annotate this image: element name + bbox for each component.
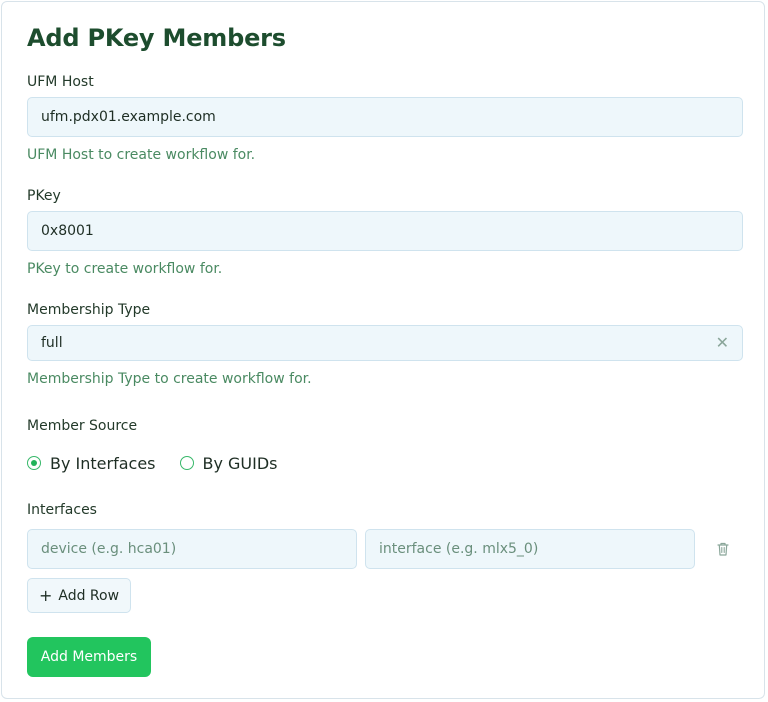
radio-unchecked-icon[interactable]	[179, 456, 194, 470]
add-row-label: Add Row	[58, 587, 120, 604]
add-row-button[interactable]: + Add Row	[27, 578, 131, 613]
pkey-input[interactable]: 0x8001	[27, 211, 743, 251]
pkey-help: PKey to create workflow for.	[27, 261, 223, 277]
radio-by-guids[interactable]: By GUIDs	[179, 453, 278, 473]
radio-checked-icon[interactable]	[27, 456, 41, 470]
page-title: Add PKey Members	[27, 24, 286, 52]
interfaces-label: Interfaces	[27, 502, 97, 518]
add-members-button[interactable]: Add Members	[27, 637, 151, 677]
member-source-radio-group: By Interfaces By GUIDs	[27, 452, 302, 474]
pkey-label: PKey	[27, 188, 61, 204]
radio-label: By Interfaces	[50, 453, 156, 473]
membership-type-select[interactable]: full ✕	[27, 325, 743, 361]
ufm-host-value: ufm.pdx01.example.com	[41, 109, 216, 125]
interface-input[interactable]	[365, 529, 695, 569]
member-source-label: Member Source	[27, 418, 138, 434]
membership-type-help: Membership Type to create workflow for.	[27, 371, 312, 387]
pkey-value: 0x8001	[41, 223, 94, 239]
device-input[interactable]	[27, 529, 357, 569]
ufm-host-label: UFM Host	[27, 74, 94, 90]
add-members-card: Add PKey Members UFM Host ufm.pdx01.exam…	[1, 1, 765, 699]
radio-label: By GUIDs	[202, 453, 278, 473]
membership-type-value: full	[41, 335, 63, 351]
clear-icon[interactable]: ✕	[716, 335, 729, 351]
plus-icon: +	[38, 585, 53, 605]
radio-by-interfaces[interactable]: By Interfaces	[27, 454, 156, 473]
membership-type-label: Membership Type	[27, 302, 151, 318]
trash-icon[interactable]	[715, 541, 731, 557]
ufm-host-help: UFM Host to create workflow for.	[27, 147, 256, 163]
ufm-host-input[interactable]: ufm.pdx01.example.com	[27, 97, 743, 137]
